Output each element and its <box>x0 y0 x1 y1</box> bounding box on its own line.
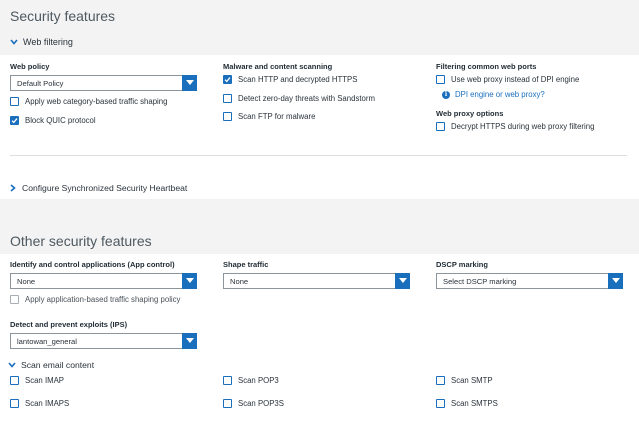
decrypt-https-label: Decrypt HTTPS during web proxy filtering <box>451 122 595 131</box>
checkbox-icon <box>10 295 19 304</box>
app-shaping-label: Apply application-based traffic shaping … <box>25 295 181 304</box>
divider <box>10 155 627 156</box>
caret-down-icon[interactable] <box>182 332 197 349</box>
ips-label: Detect and prevent exploits (IPS) <box>10 320 128 329</box>
traffic-shaping-checkbox[interactable]: Apply web category-based traffic shaping <box>10 97 167 106</box>
scan-pop3-checkbox[interactable]: Scan POP3 <box>223 376 279 385</box>
dscp-placeholder: Select DSCP marking <box>443 276 517 286</box>
checkbox-icon[interactable] <box>223 112 232 121</box>
ips-value: lantowan_general <box>17 336 77 346</box>
caret-down-icon[interactable] <box>182 272 197 289</box>
web-policy-label: Web policy <box>10 62 50 71</box>
web-proxy-options-label: Web proxy options <box>436 109 504 118</box>
other-features-header: Other security features <box>0 206 639 254</box>
scan-pop3s-label: Scan POP3S <box>238 399 284 408</box>
checkbox-icon[interactable] <box>10 376 19 385</box>
scan-ftp-label: Scan FTP for malware <box>238 112 316 121</box>
malware-scanning-label: Malware and content scanning <box>223 62 333 71</box>
app-control-value: None <box>17 276 36 286</box>
filtering-ports-label: Filtering common web ports <box>436 62 537 71</box>
app-control-select[interactable]: None <box>10 272 197 289</box>
scan-imap-checkbox[interactable]: Scan IMAP <box>10 376 64 385</box>
heartbeat-panel: Configure Synchronized Security Heartbea… <box>0 177 639 199</box>
ips-select[interactable]: lantowan_general <box>10 332 197 349</box>
use-web-proxy-checkbox[interactable]: Use web proxy instead of DPI engine <box>436 75 579 84</box>
web-policy-value: Default Policy <box>17 78 64 88</box>
sandstorm-label: Detect zero-day threats with Sandstorm <box>238 94 375 103</box>
chevron-down-icon <box>8 362 16 368</box>
web-policy-select[interactable]: Default Policy <box>10 74 197 91</box>
heartbeat-toggle[interactable]: Configure Synchronized Security Heartbea… <box>10 183 187 193</box>
scan-http-label: Scan HTTP and decrypted HTTPS <box>238 75 358 84</box>
use-web-proxy-label: Use web proxy instead of DPI engine <box>451 75 580 84</box>
check-icon[interactable] <box>223 75 232 84</box>
scan-smtp-checkbox[interactable]: Scan SMTP <box>436 376 493 385</box>
scan-imaps-label: Scan IMAPS <box>25 399 70 408</box>
scan-ftp-checkbox[interactable]: Scan FTP for malware <box>223 112 315 121</box>
checkbox-icon[interactable] <box>10 399 19 408</box>
checkbox-icon[interactable] <box>223 376 232 385</box>
dscp-select[interactable]: Select DSCP marking <box>436 272 623 289</box>
chevron-down-icon <box>10 39 18 45</box>
caret-down-icon[interactable] <box>608 272 623 289</box>
dpi-info-link[interactable]: i DPI engine or web proxy? <box>442 90 545 99</box>
app-control-label: Identify and control applications (App c… <box>10 260 175 269</box>
checkbox-icon[interactable] <box>436 122 445 131</box>
dscp-label: DSCP marking <box>436 260 488 269</box>
shape-traffic-label: Shape traffic <box>223 260 269 269</box>
shape-traffic-select[interactable]: None <box>223 272 410 289</box>
shape-traffic-value: None <box>230 276 249 286</box>
checkbox-icon[interactable] <box>436 75 445 84</box>
heartbeat-label: Configure Synchronized Security Heartbea… <box>22 183 188 193</box>
traffic-shaping-label: Apply web category-based traffic shaping <box>25 97 168 106</box>
block-quic-checkbox[interactable]: Block QUIC protocol <box>10 116 96 125</box>
scan-email-toggle[interactable]: Scan email content <box>8 360 94 370</box>
scan-imap-label: Scan IMAP <box>25 376 64 385</box>
scan-http-checkbox[interactable]: Scan HTTP and decrypted HTTPS <box>223 75 357 84</box>
chevron-right-icon <box>10 184 16 192</box>
security-features-title: Security features <box>10 8 116 24</box>
scan-smtps-checkbox[interactable]: Scan SMTPS <box>436 399 498 408</box>
web-filtering-toggle[interactable]: Web filtering <box>10 37 73 47</box>
caret-down-icon[interactable] <box>395 272 410 289</box>
scan-pop3-label: Scan POP3 <box>238 376 279 385</box>
checkbox-icon[interactable] <box>223 399 232 408</box>
scan-smtp-label: Scan SMTP <box>451 376 493 385</box>
checkbox-icon[interactable] <box>10 97 19 106</box>
checkbox-icon[interactable] <box>436 376 445 385</box>
other-features-body: Identify and control applications (App c… <box>0 254 639 424</box>
block-quic-label: Block QUIC protocol <box>25 116 96 125</box>
other-features-title: Other security features <box>10 233 152 249</box>
scan-email-label: Scan email content <box>21 360 95 370</box>
caret-down-icon[interactable] <box>182 74 197 91</box>
scan-smtps-label: Scan SMTPS <box>451 399 498 408</box>
scan-pop3s-checkbox[interactable]: Scan POP3S <box>223 399 284 408</box>
info-icon: i <box>442 90 450 99</box>
sandstorm-checkbox[interactable]: Detect zero-day threats with Sandstorm <box>223 94 375 103</box>
checkbox-icon[interactable] <box>223 94 232 103</box>
scan-imaps-checkbox[interactable]: Scan IMAPS <box>10 399 69 408</box>
dpi-link-text[interactable]: DPI engine or web proxy? <box>455 90 545 99</box>
checkbox-icon[interactable] <box>436 399 445 408</box>
web-filtering-body: Web policy Default Policy Apply web cate… <box>0 55 639 177</box>
check-icon[interactable] <box>10 116 19 125</box>
app-shaping-checkbox: Apply application-based traffic shaping … <box>10 295 180 304</box>
web-filtering-label: Web filtering <box>23 37 73 47</box>
decrypt-https-checkbox[interactable]: Decrypt HTTPS during web proxy filtering <box>436 122 594 131</box>
